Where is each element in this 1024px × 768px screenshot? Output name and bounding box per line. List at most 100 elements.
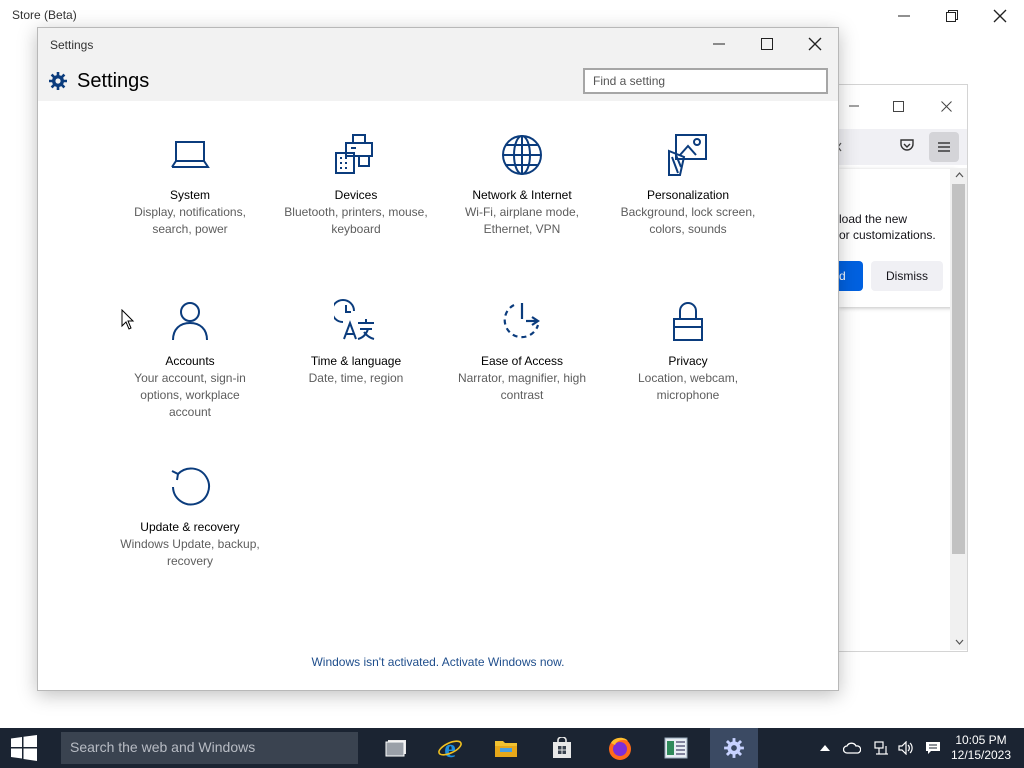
chevron-up-icon xyxy=(820,745,830,751)
settings-titlebar-title: Settings xyxy=(50,38,94,52)
onedrive-tray-button[interactable] xyxy=(840,728,864,768)
store-restore-button[interactable] xyxy=(929,1,975,31)
clock-time: 10:05 PM xyxy=(955,733,1007,747)
gear-icon xyxy=(49,72,67,90)
close-icon xyxy=(940,100,952,112)
firefox-minimize-button[interactable] xyxy=(839,91,869,121)
minimize-icon xyxy=(713,43,725,45)
settings-header: Settings xyxy=(38,61,838,101)
tile-privacy[interactable]: Privacy Location, webcam, microphone xyxy=(608,299,768,404)
close-icon xyxy=(808,37,822,51)
internet-explorer-icon: e xyxy=(438,735,462,761)
network-icon xyxy=(874,741,888,755)
file-explorer-button[interactable] xyxy=(482,728,530,768)
start-button[interactable] xyxy=(0,728,48,768)
settings-taskbar-button[interactable] xyxy=(710,728,758,768)
settings-maximize-button[interactable] xyxy=(744,29,790,59)
minimize-icon xyxy=(898,15,910,17)
taskbar: Search the web and Windows e 10:05 PM 12… xyxy=(0,728,1024,768)
tile-ease-of-access[interactable]: Ease of Access Narrator, magnifier, high… xyxy=(442,299,602,404)
taskbar-search-box[interactable]: Search the web and Windows xyxy=(61,732,358,764)
network-tray-button[interactable] xyxy=(870,728,894,768)
find-setting-input[interactable] xyxy=(583,68,828,94)
store-window-title: Store (Beta) xyxy=(12,8,77,22)
tile-devices[interactable]: Devices Bluetooth, printers, mouse, keyb… xyxy=(276,133,436,238)
action-center-button[interactable] xyxy=(921,728,945,768)
task-view-button[interactable] xyxy=(372,728,420,768)
scroll-up-icon[interactable] xyxy=(955,172,964,178)
tile-description: Display, notifications, search, power xyxy=(134,205,246,236)
tile-name: Accounts xyxy=(165,354,215,368)
clock-date: 12/15/2023 xyxy=(950,748,1012,762)
maximize-icon xyxy=(761,38,773,50)
internet-explorer-button[interactable]: e xyxy=(426,728,474,768)
document-icon xyxy=(664,737,688,759)
firefox-close-button[interactable] xyxy=(931,91,961,121)
tile-name: Privacy xyxy=(668,354,708,368)
tile-description: Background, lock screen, colors, sounds xyxy=(620,205,756,236)
tile-description: Date, time, region xyxy=(308,371,404,385)
task-view-icon xyxy=(385,740,406,757)
tile-name: Ease of Access xyxy=(480,354,564,368)
tile-description: Wi-Fi, airplane mode, Ethernet, VPN xyxy=(464,205,580,236)
store-minimize-button[interactable] xyxy=(881,1,927,31)
pocket-button[interactable] xyxy=(899,137,919,157)
settings-close-button[interactable] xyxy=(792,29,838,59)
firefox-button[interactable] xyxy=(596,728,644,768)
tile-personalization[interactable]: Personalization Background, lock screen,… xyxy=(608,133,768,238)
update-icon xyxy=(171,467,210,506)
tile-update-recovery[interactable]: Update & recovery Windows Update, backup… xyxy=(110,465,270,570)
onedrive-icon xyxy=(843,742,861,754)
scroll-down-icon[interactable] xyxy=(955,639,964,645)
taskbar-clock[interactable]: 10:05 PM 12/15/2023 xyxy=(946,733,1016,763)
time-language-icon xyxy=(334,299,375,340)
restore-icon xyxy=(946,10,958,22)
store-icon xyxy=(553,737,571,758)
firefox-notification-popup: load the new or customizations. d Dismis… xyxy=(839,169,959,307)
popup-line-2: or customizations. xyxy=(839,228,936,242)
tile-name: System xyxy=(169,188,210,202)
volume-tray-button[interactable] xyxy=(894,728,918,768)
tile-name: Time & language xyxy=(310,354,402,368)
ease-of-access-icon xyxy=(503,303,540,339)
settings-icon xyxy=(724,738,744,758)
maximize-icon xyxy=(892,100,904,112)
globe-icon xyxy=(502,135,542,175)
laptop-icon xyxy=(171,141,210,168)
firefox-dismiss-button[interactable]: Dismiss xyxy=(871,261,943,291)
tile-system[interactable]: System Display, notifications, search, p… xyxy=(110,133,270,238)
firefox-window: load the new or customizations. d Dismis… xyxy=(837,84,968,652)
tile-time-language[interactable]: Time & language Date, time, region xyxy=(276,299,436,387)
tile-description: Location, webcam, microphone xyxy=(637,371,739,402)
tile-description: Narrator, magnifier, high contrast xyxy=(457,371,587,402)
devices-icon xyxy=(335,134,373,174)
tile-name: Update & recovery xyxy=(140,520,240,534)
popup-line-1: load the new xyxy=(839,212,908,226)
tile-name: Network & Internet xyxy=(472,188,572,202)
tile-name: Personalization xyxy=(646,188,730,202)
document-app-button[interactable] xyxy=(652,728,700,768)
firefox-toolbar xyxy=(837,129,967,165)
store-close-button[interactable] xyxy=(977,1,1023,31)
windows-logo-icon xyxy=(11,735,37,761)
store-button[interactable] xyxy=(538,728,586,768)
tile-description: Your account, sign-in options, workplace… xyxy=(134,371,246,419)
firefox-menu-button[interactable] xyxy=(929,132,959,162)
personalization-icon xyxy=(668,134,707,176)
tile-description: Bluetooth, printers, mouse, keyboard xyxy=(284,205,428,236)
tile-network-internet[interactable]: Network & Internet Wi-Fi, airplane mode,… xyxy=(442,133,602,238)
pocket-icon xyxy=(900,139,914,151)
activate-windows-link[interactable]: Windows isn't activated. Activate Window… xyxy=(38,655,838,669)
firefox-icon xyxy=(609,737,631,760)
tile-description: Windows Update, backup, recovery xyxy=(120,537,260,568)
settings-titlebar: Settings xyxy=(38,28,838,61)
page-title: Settings xyxy=(77,70,150,92)
settings-minimize-button[interactable] xyxy=(696,29,742,59)
person-icon xyxy=(172,302,208,341)
firefox-maximize-button[interactable] xyxy=(883,91,913,121)
firefox-primary-button[interactable]: d xyxy=(839,261,863,291)
mouse-cursor-icon xyxy=(121,309,135,330)
show-hidden-icons-button[interactable] xyxy=(816,728,834,768)
file-explorer-icon xyxy=(495,741,517,757)
firefox-scrollbar-thumb[interactable] xyxy=(952,184,965,554)
